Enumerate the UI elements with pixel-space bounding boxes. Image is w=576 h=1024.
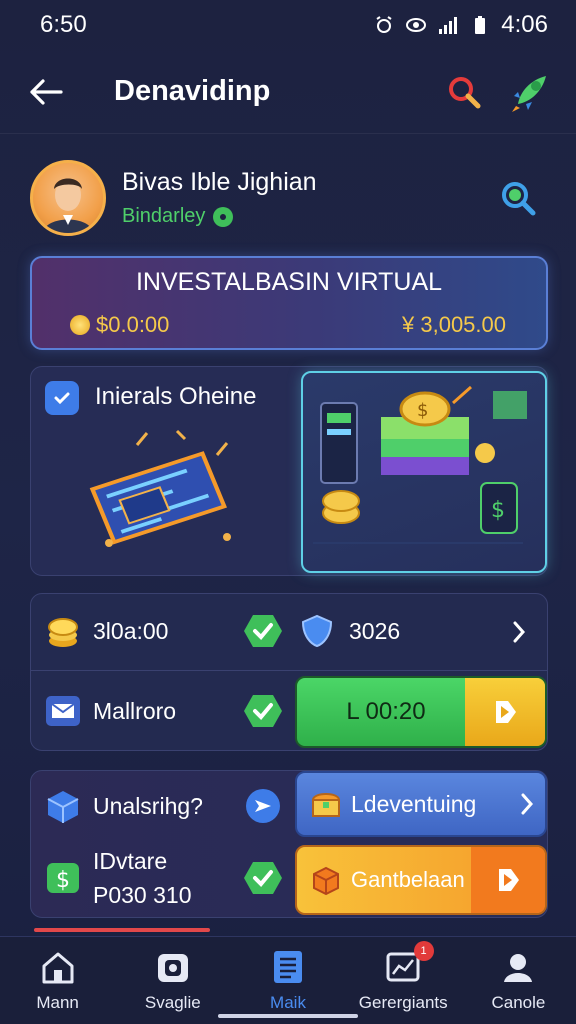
level-button[interactable]: Ldeventuing <box>295 771 547 837</box>
rocket-icon <box>512 75 546 112</box>
status-bar: 6:50 4:06 <box>0 0 576 50</box>
chevron-right-icon <box>513 621 526 643</box>
scroll-indicator <box>34 928 210 932</box>
profile-name: Bivas Ible Jighian <box>122 168 317 196</box>
money-icon: $ <box>43 858 83 898</box>
document-icon <box>268 947 308 987</box>
avatar[interactable] <box>30 160 106 236</box>
chevron-right-icon <box>509 792 545 816</box>
row-label-line1: IDvtare <box>93 848 168 874</box>
home-icon <box>38 947 78 987</box>
row-label: 3l0a:00 <box>93 617 169 644</box>
verified-icon <box>213 206 234 227</box>
actions-panel: Unalsrihg? Ldeventuing $ IDvtare P030 31… <box>30 770 548 918</box>
mail-icon <box>43 691 83 731</box>
box-gift-icon <box>309 863 343 897</box>
divider <box>31 670 547 671</box>
nav-item-chart[interactable]: 1 Gerergiants <box>346 937 461 1024</box>
row-chevron[interactable] <box>501 616 537 648</box>
wallet-icon <box>153 947 193 987</box>
check-icon <box>243 613 283 649</box>
back-button[interactable] <box>22 68 70 116</box>
investment-title: INVESTALBASIN VIRTUAL <box>135 268 443 296</box>
nav-label: Svaglie <box>144 993 201 1012</box>
user-portrait-icon <box>43 178 93 233</box>
play-icon <box>465 678 545 746</box>
app-header: Denavidinp <box>0 50 576 134</box>
back-arrow-icon <box>30 78 63 105</box>
gift-button-label: Gantbelaan <box>351 867 465 892</box>
check-badge-icon <box>45 381 79 415</box>
nav-item-document[interactable]: Maik <box>230 937 345 1024</box>
status-time: 6:50 <box>40 11 87 38</box>
magnifier-icon <box>502 182 536 216</box>
eye-icon <box>405 14 427 36</box>
nav-label: Gerergiants <box>358 993 448 1012</box>
battery-icon <box>469 14 491 36</box>
alarm-icon <box>373 14 395 36</box>
nav-item-home[interactable]: Mann <box>0 937 115 1024</box>
shield-icon <box>301 614 333 648</box>
status-icons: 4:06 <box>373 11 548 39</box>
list-item[interactable]: 3l0a:00 3026 <box>31 596 549 666</box>
search-icon <box>449 76 481 108</box>
level-button-label: Ldeventuing <box>351 790 477 817</box>
bottom-nav: Mann Svaglie Maik 1 Gerergiants Canole <box>0 936 576 1024</box>
check-icon <box>243 860 283 896</box>
nav-label: Canole <box>491 993 546 1012</box>
svg-text:$: $ <box>491 498 505 523</box>
finance-illustration: $ $ <box>301 371 547 573</box>
profile-subtitle: Bindarley <box>122 205 206 227</box>
coin-stack-icon <box>43 611 83 651</box>
investment-balance-card[interactable]: INVESTALBASIN VIRTUAL $0.0:00 ¥ 3,005.00 <box>30 256 548 350</box>
treasure-icon <box>309 787 343 821</box>
rocket-button[interactable] <box>506 68 554 116</box>
send-icon <box>243 788 283 824</box>
profile-icon <box>498 947 538 987</box>
nav-item-profile[interactable]: Canole <box>461 937 576 1024</box>
box-icon <box>43 786 83 826</box>
row-label: IDvtare P030 310 <box>93 844 243 912</box>
profile-section: Bivas Ible Jighian Bindarley <box>30 156 546 240</box>
gift-button[interactable]: Gantbelaan <box>295 845 547 915</box>
search-button[interactable] <box>440 68 488 116</box>
balance-right: ¥ 3,005.00 <box>402 312 506 337</box>
row-value: 3026 <box>349 617 401 644</box>
nav-label: Maik <box>270 993 306 1012</box>
nav-label: Mann <box>36 993 79 1012</box>
coin-icon <box>70 315 90 335</box>
timer-button-label: L 00:20 <box>346 698 426 725</box>
home-indicator[interactable] <box>218 1014 358 1018</box>
balance-left: $0.0:00 <box>96 312 170 337</box>
profile-search-button[interactable] <box>494 174 542 222</box>
row-label: Unalsrihg? <box>93 792 203 819</box>
status-time-right: 4:06 <box>501 11 548 38</box>
nav-item-wallet[interactable]: Svaglie <box>115 937 230 1024</box>
feature-card[interactable]: Inierals Oheine $ $ <box>30 366 548 576</box>
row-label-line2: P030 310 <box>93 882 192 908</box>
timer-button[interactable]: L 00:20 <box>295 676 547 748</box>
svg-text:$: $ <box>56 868 70 893</box>
circuit-illustration <box>67 425 267 565</box>
svg-text:$: $ <box>417 400 428 421</box>
page-title: Denavidinp <box>114 75 271 107</box>
feature-title: Inierals Oheine <box>95 383 257 410</box>
shield-value: 3026 <box>299 614 400 648</box>
play-icon <box>471 847 545 913</box>
row-label: Mallroro <box>93 697 177 724</box>
stats-panel: 3l0a:00 3026 Mallroro L 00:20 <box>30 593 548 751</box>
check-icon <box>243 693 283 729</box>
notification-badge: 1 <box>413 941 434 961</box>
signal-icon <box>437 14 459 36</box>
